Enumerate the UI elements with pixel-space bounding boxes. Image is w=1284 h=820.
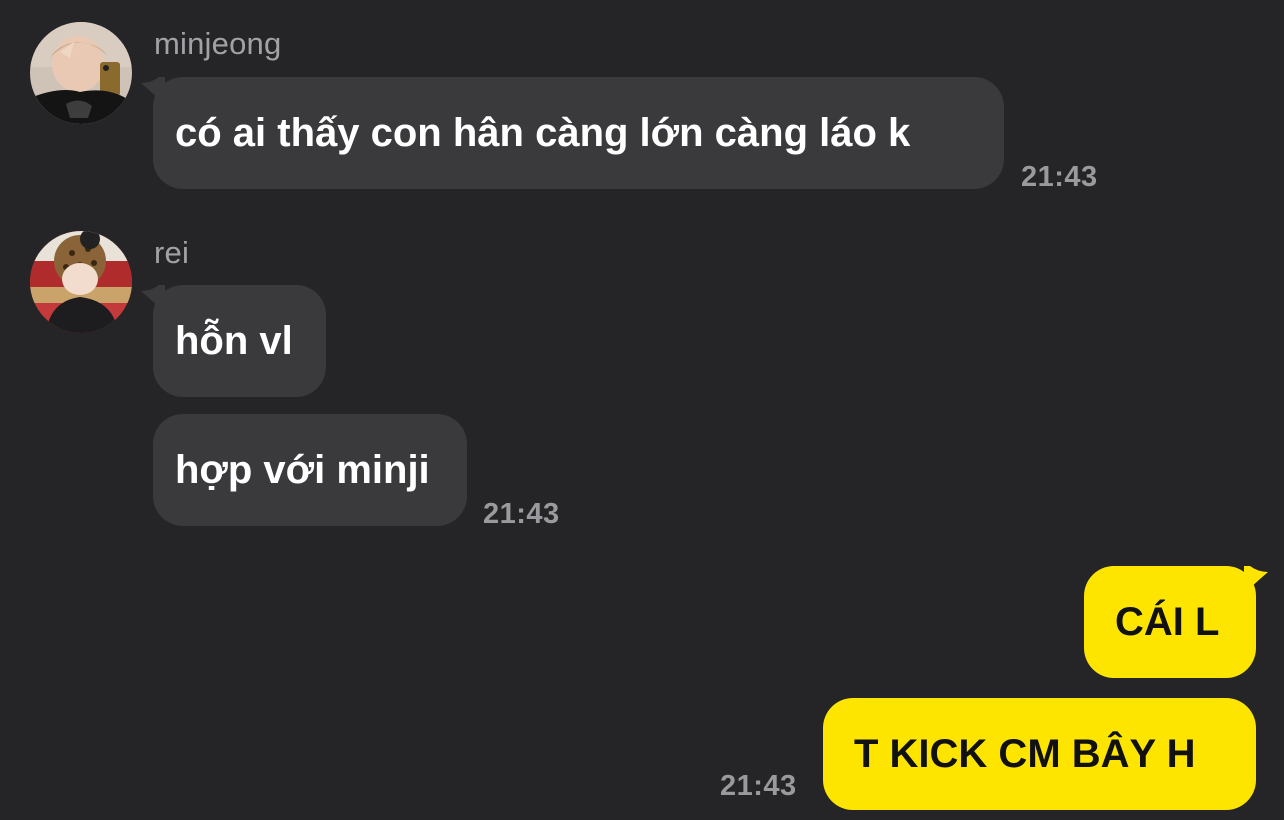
avatar-rei[interactable] bbox=[30, 231, 132, 333]
user-avatar-photo-icon bbox=[30, 22, 132, 124]
message-timestamp: 21:43 bbox=[483, 498, 560, 530]
message-timestamp: 21:43 bbox=[720, 770, 797, 802]
user-avatar-photo-icon bbox=[30, 231, 132, 333]
bubble-tail bbox=[141, 77, 165, 105]
message-bubble-outgoing[interactable]: CÁI L bbox=[1084, 566, 1268, 678]
message-bubble-outgoing[interactable]: T KICK CM BÂY H bbox=[823, 698, 1256, 810]
bubble-tail bbox=[1244, 566, 1268, 594]
message-bubble-incoming[interactable]: hỗn vl bbox=[141, 285, 326, 397]
bubble-tail bbox=[141, 285, 165, 313]
avatar-minjeong[interactable] bbox=[30, 22, 132, 124]
sender-name: minjeong bbox=[154, 26, 282, 61]
message-bubble-incoming[interactable]: có ai thấy con hân càng lớn càng láo k bbox=[141, 77, 1004, 189]
message-timestamp: 21:43 bbox=[1021, 161, 1098, 193]
message-text: T KICK CM BÂY H bbox=[854, 731, 1196, 776]
sender-name: rei bbox=[154, 235, 190, 270]
message-text: hỗn vl bbox=[175, 318, 293, 363]
message-text: hợp với minji bbox=[175, 447, 430, 492]
message-text: CÁI L bbox=[1115, 599, 1220, 644]
message-text: có ai thấy con hân càng lớn càng láo k bbox=[175, 110, 911, 155]
message-bubble-incoming[interactable]: hợp với minji bbox=[153, 414, 467, 526]
